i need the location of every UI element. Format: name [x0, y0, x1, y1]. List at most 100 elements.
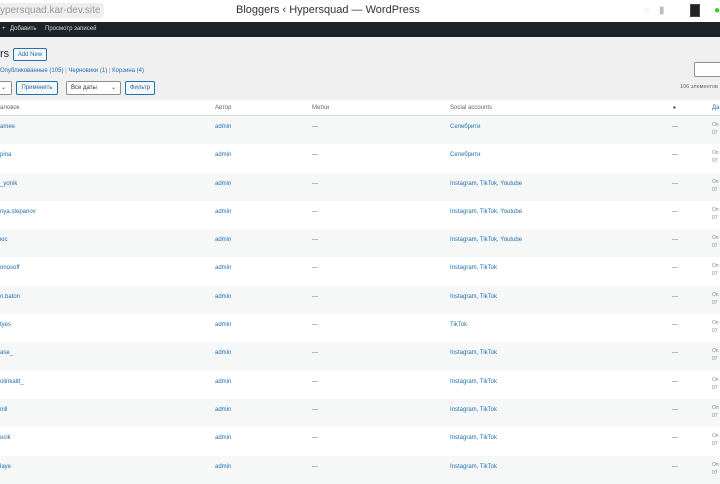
author-link[interactable]: admin	[215, 237, 231, 243]
date-status: Оп	[712, 291, 719, 298]
tags-cell: —	[312, 124, 318, 130]
post-title-link[interactable]: olinkaitt_	[0, 379, 24, 385]
tags-cell: —	[312, 265, 318, 272]
author-link[interactable]: admin	[215, 407, 231, 413]
col-author: Автор	[215, 105, 232, 111]
tags-cell: —	[312, 463, 318, 470]
col-date[interactable]: Да	[712, 105, 719, 111]
comments-cell: —	[672, 350, 678, 357]
author-link[interactable]: admin	[215, 124, 231, 130]
post-title-link[interactable]: ucik	[0, 435, 11, 441]
author-link[interactable]: admin	[215, 209, 231, 215]
social-accounts-link[interactable]: Instagram, TikTok	[450, 464, 497, 470]
post-title-link[interactable]: nill	[0, 407, 7, 413]
date-status: Оп	[712, 404, 719, 411]
col-social: Social accounts	[450, 105, 493, 111]
extension-icon[interactable]	[690, 4, 700, 17]
author-link[interactable]: admin	[215, 265, 231, 271]
search-input[interactable]	[694, 62, 720, 77]
date-value: 07	[712, 243, 718, 250]
admin-view-link[interactable]: Просмотр записей	[45, 22, 96, 37]
filter-button[interactable]: Фильтр	[125, 81, 155, 95]
table-row: amee admin — Селебрити — Оп 07	[0, 116, 720, 145]
social-accounts-link[interactable]: TikTok	[450, 322, 467, 328]
date-status: Оп	[712, 376, 719, 383]
post-title-link[interactable]: _yonik	[0, 181, 17, 187]
social-accounts-link[interactable]: Instagram, TikTok	[450, 407, 497, 413]
admin-add-link[interactable]: Добавить	[10, 22, 37, 37]
date-status: Оп	[712, 178, 719, 185]
post-title-link[interactable]: n.baton	[0, 294, 20, 300]
filter-published[interactable]: Опубликованные (105)	[0, 68, 63, 74]
post-title-link[interactable]: amee	[0, 124, 15, 130]
author-link[interactable]: admin	[215, 464, 231, 470]
social-accounts-link[interactable]: Instagram, TikTok, Youtube	[450, 181, 522, 187]
author-link[interactable]: admin	[215, 152, 231, 158]
comments-cell: —	[672, 378, 678, 385]
apply-button[interactable]: Применить	[16, 81, 58, 95]
post-title-link[interactable]: onosoff	[0, 265, 20, 271]
author-link[interactable]: admin	[215, 294, 231, 300]
comments-cell: —	[672, 208, 678, 215]
tags-cell: —	[312, 406, 318, 413]
bookmark-icon[interactable]: ▮	[659, 5, 665, 16]
social-accounts-link[interactable]: Instagram, TikTok	[450, 294, 497, 300]
tags-cell: —	[312, 208, 318, 215]
date-select[interactable]: Все даты ⌄	[66, 81, 121, 95]
bulk-action-select[interactable]: ⌄	[0, 81, 12, 95]
social-accounts-link[interactable]: Instagram, TikTok, Youtube	[450, 237, 522, 243]
chevron-down-icon: ⌄	[110, 85, 116, 91]
table-row: olinkaitt_ admin — Instagram, TikTok — О…	[0, 370, 720, 399]
tags-cell: —	[312, 237, 318, 244]
browser-chrome: ypersquad.kar-dev.site Bloggers ‹ Hypers…	[0, 0, 720, 22]
tags-cell: —	[312, 322, 318, 329]
table-header: аловок Автор Метки Social accounts ▪ Да	[0, 100, 720, 116]
social-accounts-link[interactable]: Селебрити	[450, 124, 480, 130]
date-status: Оп	[712, 150, 719, 157]
date-status: Оп	[712, 122, 719, 128]
comments-cell: —	[672, 463, 678, 470]
social-accounts-link[interactable]: Instagram, TikTok, Youtube	[450, 209, 522, 215]
filter-drafts[interactable]: Черновики (1)	[68, 68, 107, 74]
table-row: n.baton admin — Instagram, TikTok — Оп 0…	[0, 285, 720, 315]
window-title: Bloggers ‹ Hypersquad — WordPress	[236, 4, 420, 16]
shield-icon[interactable]: ●	[714, 5, 720, 16]
comments-cell: —	[672, 237, 678, 244]
col-title[interactable]: аловок	[0, 105, 19, 111]
social-accounts-link[interactable]: Instagram, TikTok	[450, 265, 497, 271]
post-title-link[interactable]: laye	[0, 464, 11, 470]
date-status: Оп	[712, 320, 719, 327]
table-row: юс admin — Instagram, TikTok, Youtube — …	[0, 229, 720, 258]
chat-icon[interactable]: ◌	[644, 5, 650, 16]
author-link[interactable]: admin	[215, 435, 231, 441]
tags-cell: —	[312, 180, 318, 187]
author-link[interactable]: admin	[215, 181, 231, 187]
table-row: ase_ admin — Instagram, TikTok — Оп 07	[0, 342, 720, 371]
comment-icon[interactable]: ▪	[673, 103, 676, 112]
add-new-button[interactable]: Add New	[13, 48, 47, 61]
comments-cell: —	[672, 293, 678, 300]
table-row: nya.stepanov admin — Instagram, TikTok, …	[0, 200, 720, 230]
post-title-link[interactable]: nya.stepanov	[0, 209, 36, 215]
social-accounts-link[interactable]: Instagram, TikTok	[450, 435, 497, 441]
post-title-link[interactable]: tyes	[0, 322, 11, 328]
author-link[interactable]: admin	[215, 322, 231, 328]
address-bar[interactable]: ypersquad.kar-dev.site	[0, 3, 105, 18]
post-title-link[interactable]: pina	[0, 152, 11, 158]
table-row: nill admin — Instagram, TikTok — Оп 07	[0, 398, 720, 428]
date-status: Оп	[712, 235, 719, 242]
author-link[interactable]: admin	[215, 350, 231, 356]
date-value: 07	[712, 271, 718, 278]
filter-trash[interactable]: Корзина (4)	[112, 68, 144, 74]
date-value: 07	[712, 469, 718, 476]
post-title-link[interactable]: юс	[0, 237, 8, 243]
tags-cell: —	[312, 152, 318, 159]
comments-cell: —	[672, 180, 678, 187]
social-accounts-link[interactable]: Instagram, TikTok	[450, 379, 497, 385]
date-status: Оп	[712, 206, 719, 213]
post-title-link[interactable]: ase_	[0, 350, 13, 356]
social-accounts-link[interactable]: Instagram, TikTok	[450, 350, 497, 356]
author-link[interactable]: admin	[215, 379, 231, 385]
social-accounts-link[interactable]: Селебрити	[450, 152, 480, 158]
posts-table: аловок Автор Метки Social accounts ▪ Да …	[0, 100, 720, 484]
